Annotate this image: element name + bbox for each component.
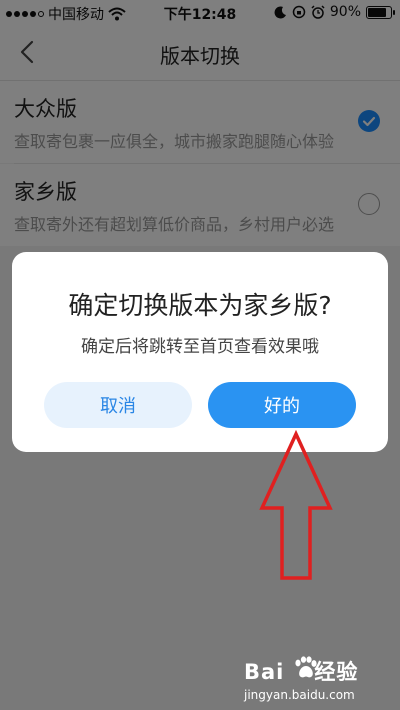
baidu-jingyan-watermark: Bai 经验 jingyan.baidu.com: [240, 656, 390, 710]
dialog-message: 确定后将跳转至首页查看效果哦: [81, 337, 319, 357]
paw-logo-icon: [295, 656, 317, 678]
ok-button[interactable]: 好的: [208, 382, 356, 428]
watermark-url: jingyan.baidu.com: [244, 688, 355, 702]
confirm-dialog: 确定切换版本为家乡版? 确定后将跳转至首页查看效果哦 取消 好的: [12, 252, 388, 452]
dialog-title: 确定切换版本为家乡版?: [68, 291, 332, 320]
cancel-button[interactable]: 取消: [44, 382, 192, 428]
annotation-arrow-icon: [259, 430, 333, 580]
